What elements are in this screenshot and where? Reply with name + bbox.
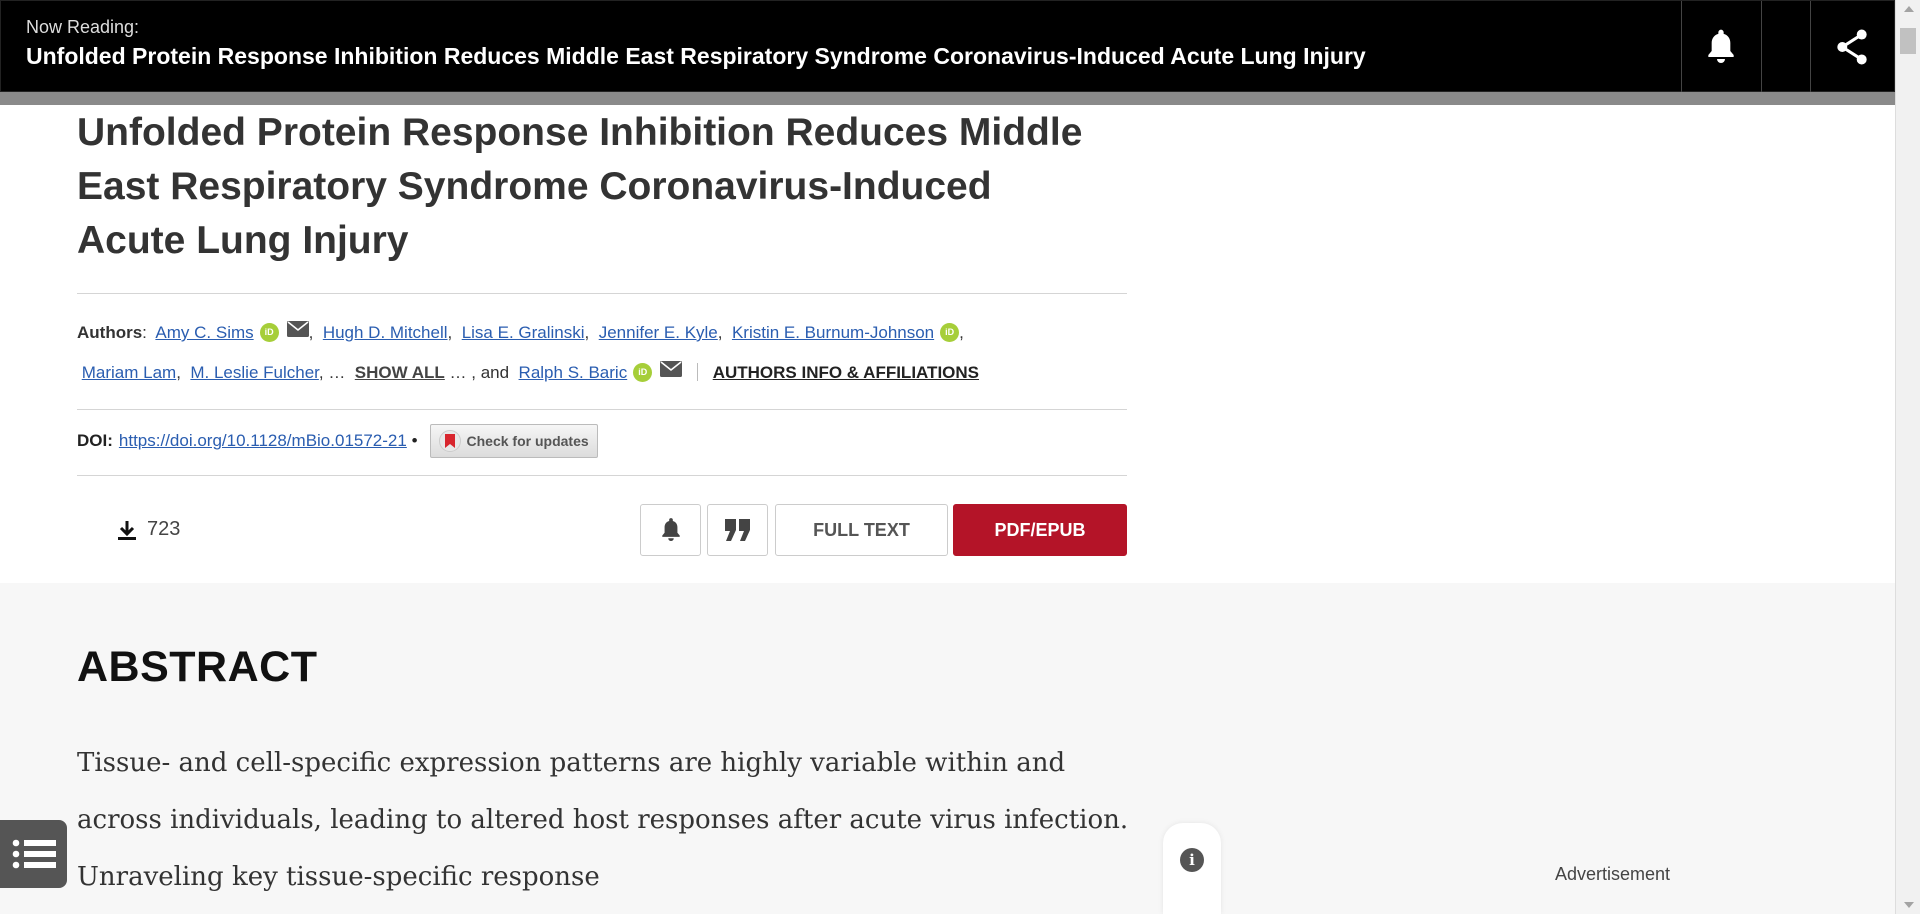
author-link[interactable]: Jennifer E. Kyle xyxy=(599,323,718,342)
info-icon: i xyxy=(1180,848,1204,872)
abstract-heading: ABSTRACT xyxy=(77,643,318,691)
table-of-contents-button[interactable] xyxy=(0,820,67,888)
check-for-updates-label: Check for updates xyxy=(466,433,589,449)
article-actions: 723 FULL TEXT PDF/EPUB xyxy=(77,504,1127,556)
doi-label: DOI: xyxy=(77,431,113,450)
scrollbar[interactable] xyxy=(1895,0,1920,914)
check-for-updates-button[interactable]: Check for updates xyxy=(429,424,598,458)
email-icon[interactable] xyxy=(286,312,309,351)
author-link[interactable]: Kristin E. Burnum-Johnson xyxy=(732,323,934,342)
divider xyxy=(77,475,1127,476)
download-count-value: 723 xyxy=(147,518,181,540)
progress-bar xyxy=(0,92,1895,105)
scroll-thumb[interactable] xyxy=(1900,28,1916,54)
orcid-icon[interactable]: iD xyxy=(633,363,653,382)
ellipsis: … xyxy=(328,363,346,382)
pdf-epub-button[interactable]: PDF/EPUB xyxy=(953,504,1127,556)
alert-button[interactable] xyxy=(640,504,701,556)
scroll-up-icon[interactable] xyxy=(1904,6,1914,12)
share-icon xyxy=(1837,29,1867,65)
author-link[interactable]: Amy C. Sims xyxy=(155,323,253,342)
article-title: Unfolded Protein Response Inhibition Red… xyxy=(77,111,1083,262)
author-link[interactable]: Ralph S. Baric xyxy=(519,363,628,382)
download-icon xyxy=(118,520,136,540)
divider xyxy=(77,293,1127,294)
full-text-button[interactable]: FULL TEXT xyxy=(775,504,948,556)
author-link[interactable]: Hugh D. Mitchell xyxy=(323,323,448,342)
author-link[interactable]: M. Leslie Fulcher xyxy=(190,363,319,382)
list-icon xyxy=(12,839,56,869)
scroll-down-icon[interactable] xyxy=(1904,902,1914,908)
bell-icon xyxy=(1708,29,1734,64)
divider xyxy=(1761,1,1762,93)
divider xyxy=(696,363,698,381)
download-count: 723 xyxy=(117,518,180,541)
email-icon[interactable] xyxy=(660,352,683,391)
cite-button[interactable] xyxy=(707,504,768,556)
divider xyxy=(1810,1,1811,93)
divider xyxy=(77,409,1127,410)
share-button[interactable] xyxy=(1813,1,1891,93)
authors-label: Authors xyxy=(77,323,143,342)
authors-info-affiliations-link[interactable]: AUTHORS INFO & AFFILIATIONS xyxy=(713,363,979,382)
now-reading-label: Now Reading: xyxy=(26,17,140,37)
crossmark-icon xyxy=(438,430,461,452)
doi-link[interactable]: https://doi.org/10.1128/mBio.01572-21 xyxy=(119,431,407,451)
author-link[interactable]: Mariam Lam xyxy=(82,363,176,382)
abstract-text: Tissue- and cell-specific expression pat… xyxy=(77,748,1129,892)
bell-icon xyxy=(661,518,680,541)
doi-row: DOI: https://doi.org/10.1128/mBio.01572-… xyxy=(77,424,598,458)
now-reading-bar: Now Reading: Unfolded Protein Response I… xyxy=(0,0,1895,93)
separator: • xyxy=(411,431,418,450)
orcid-icon[interactable]: iD xyxy=(259,323,279,342)
info-button[interactable]: i xyxy=(1163,823,1221,914)
now-reading-title: Unfolded Protein Response Inhibition Red… xyxy=(26,43,1366,69)
authors-list: Authors: Amy C. Sims iD, Hugh D. Mitchell… xyxy=(77,312,1127,392)
orcid-icon[interactable]: iD xyxy=(940,323,960,342)
author-link[interactable]: Lisa E. Gralinski xyxy=(462,323,585,342)
show-all-authors-button[interactable]: SHOW ALL xyxy=(355,363,445,382)
quote-icon xyxy=(724,519,750,541)
ellipsis: … , and xyxy=(449,363,510,382)
alerts-button[interactable] xyxy=(1682,1,1760,93)
advertisement-label: Advertisement xyxy=(1555,864,1671,884)
